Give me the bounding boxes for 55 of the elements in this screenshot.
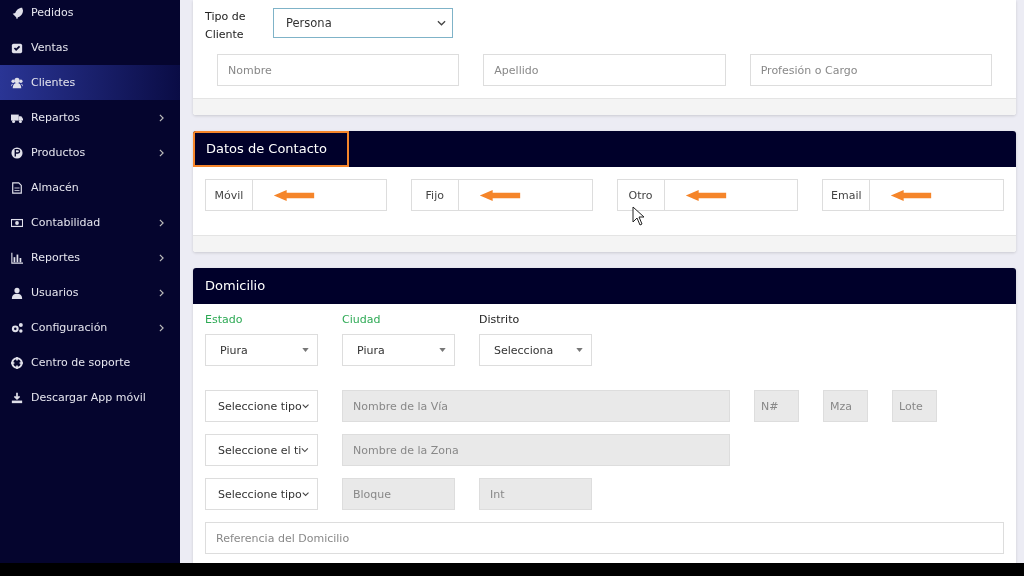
input-field[interactable]: [664, 179, 799, 211]
bar-chart-icon: [11, 251, 23, 264]
field-label: Tipo de Cliente: [205, 9, 247, 43]
section-title: Domicilio: [204, 277, 267, 295]
input-field[interactable]: Referencia del Domicilio: [205, 522, 1004, 554]
select-field[interactable]: Selecciona: [479, 334, 592, 366]
field-label: Estado: [205, 313, 244, 326]
sidebar-item[interactable]: Repartos: [0, 100, 180, 135]
caret-icon: [302, 348, 309, 352]
input-field[interactable]: [870, 179, 1004, 211]
input-field[interactable]: [253, 179, 387, 211]
select-field[interactable]: Seleccione tipo: [205, 390, 318, 422]
input-field[interactable]: Profesión o Cargo: [749, 54, 992, 86]
input-addon-label: Fijo: [410, 179, 459, 211]
users-icon: [11, 76, 23, 89]
input-field[interactable]: Apellido: [483, 54, 726, 86]
sidebar-item[interactable]: Ventas: [0, 30, 180, 65]
sidebar-item[interactable]: Configuración: [0, 310, 180, 345]
sidebar-item[interactable]: Reportes: [0, 240, 180, 275]
sidebar-item[interactable]: Descargar App móvil: [0, 380, 180, 415]
download-icon: [11, 391, 23, 404]
chevron-down-icon: [301, 403, 309, 409]
select-field[interactable]: Persona: [273, 8, 453, 38]
sidebar-item[interactable]: Productos: [0, 135, 180, 170]
sidebar-item[interactable]: Usuarios: [0, 275, 180, 310]
input-addon-label: Móvil: [205, 179, 253, 211]
input-field[interactable]: [458, 179, 593, 211]
field-label: Distrito: [479, 313, 521, 326]
sidebar-item[interactable]: Pedidos: [0, 0, 180, 30]
select-field[interactable]: Seleccione el ti: [205, 434, 318, 466]
coin-icon: [11, 146, 23, 159]
sidebar-item[interactable]: Clientes: [0, 65, 180, 100]
checkbox-icon: [11, 41, 23, 54]
gears-icon: [11, 321, 23, 334]
lifebuoy-icon: [11, 356, 23, 369]
input-addon-label: Otro: [616, 179, 665, 211]
sidebar-item[interactable]: Centro de soporte: [0, 345, 180, 380]
user-icon: [11, 286, 23, 299]
field-label: Ciudad: [342, 313, 382, 326]
select-field[interactable]: Piura: [342, 334, 455, 366]
rocket-icon: [11, 6, 23, 19]
document-icon: [11, 181, 23, 194]
chevron-down-icon: [301, 491, 309, 497]
input-addon-label: Email: [822, 179, 871, 211]
sidebar-item[interactable]: Contabilidad: [0, 205, 180, 240]
select-field[interactable]: Seleccione tipo: [205, 478, 318, 510]
banknote-icon: [11, 216, 23, 229]
caret-icon: [576, 348, 583, 352]
chevron-down-icon: [437, 20, 446, 26]
input-field[interactable]: Nombre: [217, 54, 460, 86]
caret-icon: [439, 348, 446, 352]
sidebar-item[interactable]: Almacén: [0, 170, 180, 205]
select-field[interactable]: Piura: [205, 334, 318, 366]
chevron-down-icon: [301, 447, 309, 453]
section-title: Datos de Contacto: [193, 131, 349, 167]
